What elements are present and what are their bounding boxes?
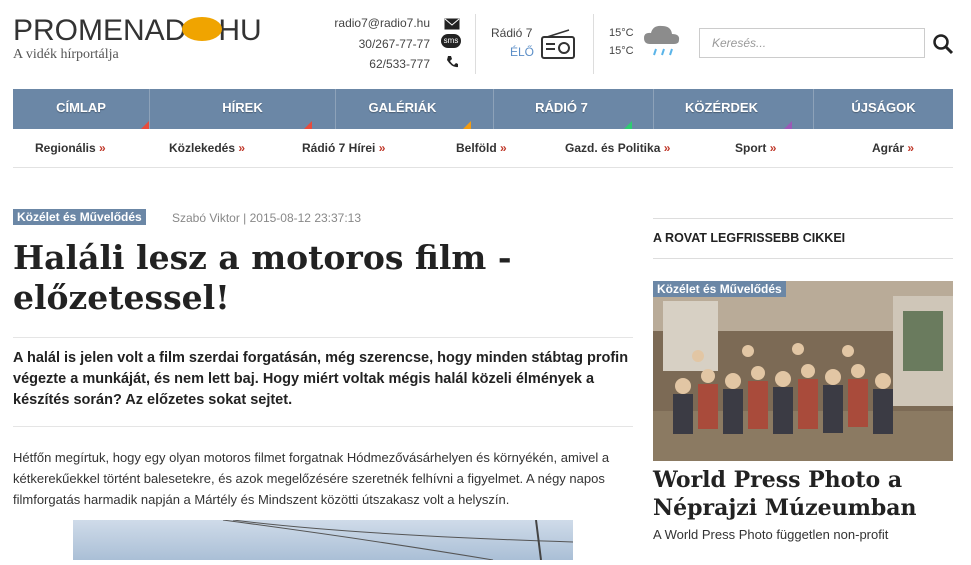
sub-nav: Regionális » Közlekedés » Rádió 7 Hírei … [13,131,953,168]
phone-icon [447,56,458,68]
nav-accent [624,121,632,129]
sms-icon: sms [441,34,461,48]
nav-item-galeriak[interactable]: GALÉRIÁK [336,89,469,129]
article-image-wires [222,519,574,561]
nav-accent [784,121,792,129]
nav-item-kozerdek[interactable]: KÖZÉRDEK [654,89,789,129]
subnav-item-agrar[interactable]: Agrár » [872,141,914,155]
article-title: Haláli lesz a motoros film - előzetessel… [13,238,512,317]
rain-cloud-icon [644,25,680,56]
sidebar-teaser: A World Press Photo független non-profit [653,527,889,542]
category-badge[interactable]: Közélet és Művelődés [13,209,146,225]
subnav-item-sport[interactable]: Sport » [735,141,776,155]
radio-icon[interactable] [541,29,575,59]
divider [653,218,953,219]
article-lead: A halál is jelen volt a film szerdai for… [13,350,629,408]
contact-email[interactable]: radio7@radio7.hu [300,16,430,30]
nav-item-cimlap[interactable]: CÍMLAP [13,89,149,129]
article-body: Hétfőn megírtuk, hogy egy olyan motoros … [13,450,610,507]
subnav-item-gazdasag[interactable]: Gazd. és Politika » [565,141,670,155]
contact-phone[interactable]: 62/533-777 [300,57,430,71]
site-logo[interactable]: PROMENAD HU [13,14,262,48]
sidebar-title: A ROVAT LEGFRISSEBB CIKKEI [653,231,846,245]
nav-item-ujsagok[interactable]: ÚJSÁGOK [814,89,953,129]
nav-item-radio7[interactable]: RÁDIÓ 7 [494,89,629,129]
header-divider [475,14,476,74]
divider [13,426,633,427]
contact-sms[interactable]: 30/267-77-77 [300,37,430,51]
radio-live-link[interactable]: ÉLŐ [510,45,534,59]
subnav-item-belfold[interactable]: Belföld » [456,141,507,155]
nav-accent [945,121,953,129]
sidebar-category-badge[interactable]: Közélet és Művelődés [653,281,786,297]
site-tagline: A vidék hírportálja [13,47,119,62]
temperature-min: 15°C [609,45,634,57]
search-input[interactable]: Keresés... [699,28,925,58]
nav-accent [141,121,149,129]
header-divider [593,14,594,74]
sidebar-article-image[interactable] [653,281,953,461]
sidebar-headline[interactable]: World Press Photo a Néprajzi Múzeumban [653,466,953,522]
article-byline: Szabó Viktor | 2015-08-12 23:37:13 [172,211,362,225]
divider [13,337,633,338]
nav-accent [463,121,471,129]
exhibition-photo [653,281,953,461]
subnav-item-radio7-hirei[interactable]: Rádió 7 Hírei » [302,141,385,155]
subnav-item-kozlekedes[interactable]: Közlekedés » [169,141,245,155]
envelope-icon [444,18,460,30]
radio-label[interactable]: Rádió 7 [491,26,532,40]
logo-mark [182,17,223,42]
main-nav: CÍMLAP HÍREK GALÉRIÁK RÁDIÓ 7 KÖZÉRDEK Ú… [13,89,953,129]
temperature-max: 15°C [609,27,634,39]
article-image[interactable] [73,519,574,561]
search-icon[interactable] [932,33,954,55]
nav-accent [304,121,312,129]
divider [653,258,953,259]
subnav-item-regionalis[interactable]: Regionális » [35,141,106,155]
